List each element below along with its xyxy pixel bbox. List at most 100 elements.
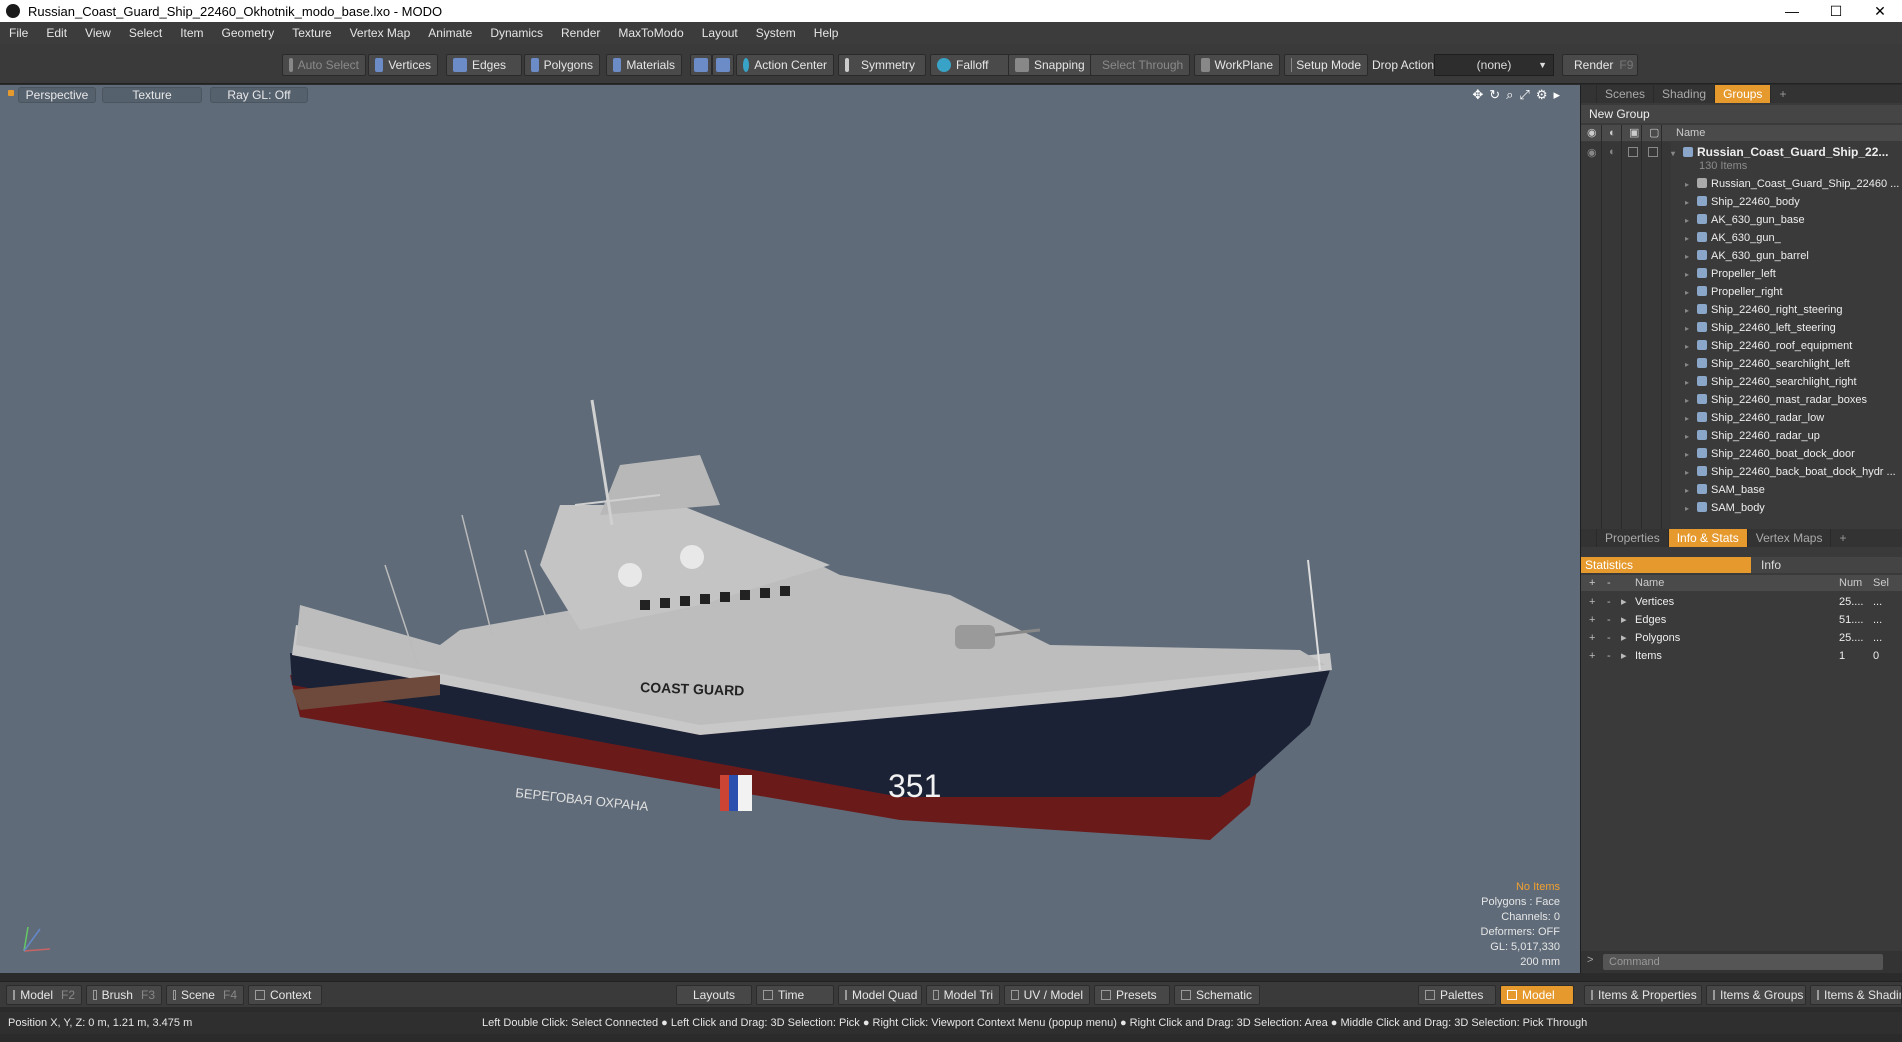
close-button[interactable]: ✕ bbox=[1858, 0, 1902, 22]
select-mode-button-b[interactable] bbox=[712, 54, 734, 76]
list-item[interactable]: ▸ Ship_22460_boat_dock_door bbox=[1671, 445, 1902, 463]
menu-layout[interactable]: Layout bbox=[693, 26, 747, 40]
auto-select-button[interactable]: Auto Select bbox=[282, 54, 366, 76]
list-item[interactable]: ▸ AK_630_gun_barrel bbox=[1671, 247, 1902, 265]
list-item[interactable]: ▸ Ship_22460_radar_up bbox=[1671, 427, 1902, 445]
items-shading-tab[interactable]: Items & Shadin bbox=[1810, 985, 1902, 1005]
minimize-button[interactable]: — bbox=[1770, 0, 1814, 22]
list-item[interactable]: ▸ Ship_22460_left_steering bbox=[1671, 319, 1902, 337]
menu-edit[interactable]: Edit bbox=[37, 26, 76, 40]
chevron-right-icon[interactable]: ▸ bbox=[1685, 194, 1697, 211]
vertices-button[interactable]: Vertices bbox=[368, 54, 438, 76]
list-item[interactable]: ▸ SAM_base bbox=[1671, 481, 1902, 499]
menu-dynamics[interactable]: Dynamics bbox=[481, 26, 552, 40]
list-item[interactable]: ▸ Ship_22460_back_boat_dock_hydr ... bbox=[1671, 463, 1902, 481]
chevron-right-icon[interactable]: ▸ bbox=[1685, 212, 1697, 229]
collapse-all-icon[interactable]: - bbox=[1607, 575, 1611, 591]
new-group-button[interactable]: New Group bbox=[1581, 105, 1902, 123]
add-tab-icon[interactable]: + bbox=[1771, 85, 1794, 103]
expand-all-icon[interactable]: + bbox=[1589, 575, 1595, 591]
menu-animate[interactable]: Animate bbox=[419, 26, 481, 40]
list-item[interactable]: ▸ Ship_22460_searchlight_right bbox=[1671, 373, 1902, 391]
list-item[interactable]: ▸ Ship_22460_radar_low bbox=[1671, 409, 1902, 427]
uv-model-button[interactable]: UV / Model bbox=[1004, 985, 1090, 1005]
chevron-right-icon[interactable]: ▸ bbox=[1685, 338, 1697, 355]
chevron-right-icon[interactable]: ▸ bbox=[1685, 356, 1697, 373]
select-checkbox[interactable] bbox=[1648, 147, 1658, 157]
drop-action-select[interactable]: (none) ▼ bbox=[1434, 54, 1554, 76]
menu-view[interactable]: View bbox=[76, 26, 120, 40]
list-item[interactable]: ▸ Propeller_right bbox=[1671, 283, 1902, 301]
lock-icon[interactable]: ▣ bbox=[1629, 125, 1639, 141]
chevron-right-icon[interactable]: ▸ bbox=[1685, 320, 1697, 337]
setup-mode-button[interactable]: Setup Mode bbox=[1284, 54, 1368, 76]
chevron-right-icon[interactable]: ▸ bbox=[1621, 593, 1627, 611]
menu-help[interactable]: Help bbox=[805, 26, 848, 40]
items-properties-tab[interactable]: Items & Properties bbox=[1584, 985, 1702, 1005]
lock-checkbox[interactable] bbox=[1628, 147, 1638, 157]
items-groups-tab[interactable]: Items & Groups bbox=[1706, 985, 1806, 1005]
menu-vertex-map[interactable]: Vertex Map bbox=[341, 26, 420, 40]
menu-render[interactable]: Render bbox=[552, 26, 609, 40]
context-layout-button[interactable]: Context bbox=[248, 985, 322, 1005]
chevron-right-icon[interactable]: ▸ bbox=[1621, 629, 1627, 647]
chevron-right-icon[interactable]: ▸ bbox=[1685, 284, 1697, 301]
panel-menu-icon[interactable] bbox=[1581, 529, 1597, 547]
workplane-button[interactable]: WorkPlane bbox=[1194, 54, 1280, 76]
chevron-right-icon[interactable]: ▸ bbox=[1685, 446, 1697, 463]
tab-info-stats[interactable]: Info & Stats bbox=[1668, 529, 1748, 547]
select-toggle-icon[interactable]: ▢ bbox=[1649, 125, 1659, 141]
palettes-button[interactable]: Palettes bbox=[1418, 985, 1496, 1005]
list-item[interactable]: ▸ Russian_Coast_Guard_Ship_22460 ... bbox=[1671, 175, 1902, 193]
chevron-right-icon[interactable]: ▸ bbox=[1685, 176, 1697, 193]
command-input[interactable]: Command bbox=[1603, 954, 1883, 970]
render-button[interactable]: Render F9 bbox=[1562, 54, 1638, 76]
list-item[interactable]: ▸ Ship_22460_mast_radar_boxes bbox=[1671, 391, 1902, 409]
chevron-right-icon[interactable]: ▸ bbox=[1685, 248, 1697, 265]
select-mode-button-a[interactable] bbox=[690, 54, 712, 76]
render-toggle-icon[interactable]: ◐ bbox=[1609, 125, 1616, 141]
scene-layout-button[interactable]: Scene F4 bbox=[166, 985, 244, 1005]
chevron-right-icon[interactable]: ▸ bbox=[1685, 266, 1697, 283]
polygons-button[interactable]: Polygons bbox=[524, 54, 600, 76]
chevron-right-icon[interactable]: ▸ bbox=[1685, 428, 1697, 445]
eye-icon[interactable]: ◉ bbox=[1587, 146, 1597, 159]
brush-layout-button[interactable]: Brush F3 bbox=[86, 985, 162, 1005]
materials-button[interactable]: Materials bbox=[606, 54, 682, 76]
chevron-right-icon[interactable]: ▸ bbox=[1685, 482, 1697, 499]
panel-menu-icon[interactable] bbox=[1581, 85, 1597, 103]
stat-row[interactable]: + - ▸ Items 1 0 bbox=[1581, 647, 1902, 665]
chevron-right-icon[interactable]: ▸ bbox=[1685, 464, 1697, 481]
chevron-right-icon[interactable]: ▸ bbox=[1685, 374, 1697, 391]
menu-maxtomodo[interactable]: MaxToModo bbox=[609, 26, 692, 40]
chevron-right-icon[interactable]: ▸ bbox=[1621, 611, 1627, 629]
tab-groups[interactable]: Groups bbox=[1715, 85, 1772, 103]
list-item[interactable]: ▸ Ship_22460_roof_equipment bbox=[1671, 337, 1902, 355]
model-active-tab[interactable]: Model bbox=[1500, 985, 1574, 1005]
menu-geometry[interactable]: Geometry bbox=[213, 26, 284, 40]
tab-shading[interactable]: Shading bbox=[1654, 85, 1716, 103]
list-item[interactable]: ▸ Ship_22460_body bbox=[1671, 193, 1902, 211]
chevron-right-icon[interactable]: ▸ bbox=[1685, 392, 1697, 409]
menu-item[interactable]: Item bbox=[171, 26, 212, 40]
snapping-button[interactable]: Snapping bbox=[1008, 54, 1092, 76]
menu-file[interactable]: File bbox=[0, 26, 37, 40]
maximize-button[interactable]: ☐ bbox=[1814, 0, 1858, 22]
add-tab-icon[interactable]: + bbox=[1831, 529, 1854, 547]
list-item[interactable]: ▸ Ship_22460_right_steering bbox=[1671, 301, 1902, 319]
stat-row[interactable]: + - ▸ Polygons 25.... ... bbox=[1581, 629, 1902, 647]
model-layout-button[interactable]: Model F2 bbox=[6, 985, 82, 1005]
model-quad-button[interactable]: Model Quad bbox=[838, 985, 922, 1005]
list-item[interactable]: ▸ SAM_body bbox=[1671, 499, 1902, 517]
select-through-button[interactable]: Select Through bbox=[1090, 54, 1190, 76]
falloff-button[interactable]: Falloff bbox=[930, 54, 1010, 76]
3d-viewport[interactable]: Perspective Texture Ray GL: Off ✥ ↻ ⌕ ⤢ … bbox=[0, 85, 1580, 973]
info-tab[interactable]: Info bbox=[1751, 557, 1781, 573]
chevron-right-icon[interactable]: ▸ bbox=[1685, 302, 1697, 319]
tab-vertex-maps[interactable]: Vertex Maps bbox=[1748, 529, 1832, 547]
chevron-right-icon[interactable]: ▸ bbox=[1685, 230, 1697, 247]
chevron-right-icon[interactable]: ▸ bbox=[1685, 410, 1697, 427]
list-item[interactable]: ▸ Ship_22460_searchlight_left bbox=[1671, 355, 1902, 373]
render-icon[interactable]: ◐ bbox=[1609, 146, 1616, 158]
presets-button[interactable]: Presets bbox=[1094, 985, 1170, 1005]
